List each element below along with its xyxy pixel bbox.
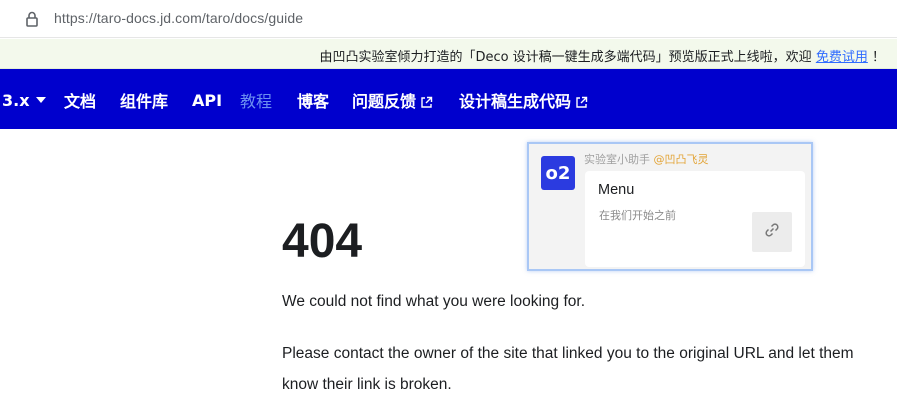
external-link-icon — [575, 94, 588, 108]
nav-item-blog[interactable]: 博客 — [297, 89, 329, 111]
not-found-message: We could not find what you were looking … — [282, 293, 585, 310]
version-dropdown[interactable]: 3.x — [2, 89, 46, 111]
card-title: Menu — [598, 182, 635, 198]
avatar: o2 — [541, 156, 575, 190]
announcement-content: 由凹凸实验室倾力打造的「Deco 设计稿一键生成多端代码」预览版正式上线啦，欢迎… — [319, 46, 885, 65]
announcement-text: 由凹凸实验室倾力打造的「Deco 设计稿一键生成多端代码」预览版正式上线啦，欢迎 — [319, 50, 812, 65]
sender-mention: @凹凸飞灵 — [653, 153, 709, 166]
message-card[interactable]: Menu 在我们开始之前 — [585, 171, 805, 267]
nav-item-api[interactable]: API — [192, 89, 222, 111]
nav-item-design-to-code[interactable]: 设计稿生成代码 — [459, 89, 588, 111]
page-title: 404 — [282, 215, 363, 268]
nav-item-design-to-code-label: 设计稿生成代码 — [459, 92, 572, 111]
version-label: 3.x — [2, 90, 30, 110]
url-text[interactable]: https://taro-docs.jd.com/taro/docs/guide — [54, 10, 303, 26]
card-subtitle: 在我们开始之前 — [599, 209, 676, 222]
nav-item-components[interactable]: 组件库 — [120, 89, 168, 111]
free-trial-link[interactable]: 免费试用 — [816, 50, 868, 65]
nav-item-tutorial[interactable]: 教程 — [240, 89, 272, 111]
nav-item-feedback[interactable]: 问题反馈 — [352, 89, 433, 111]
caret-down-icon — [35, 97, 46, 103]
popup-sender: 实验室小助手 @凹凸飞灵 — [584, 151, 709, 167]
assistant-popup[interactable]: o2 实验室小助手 @凹凸飞灵 Menu 在我们开始之前 — [527, 142, 813, 271]
external-link-icon — [420, 94, 433, 108]
link-button[interactable] — [752, 212, 792, 252]
nav-item-feedback-label: 问题反馈 — [352, 92, 417, 111]
link-icon — [763, 221, 781, 244]
lock-icon[interactable] — [24, 10, 40, 28]
browser-address-bar[interactable]: https://taro-docs.jd.com/taro/docs/guide — [0, 0, 897, 38]
contact-owner-message: Please contact the owner of the site tha… — [282, 345, 854, 393]
nav-item-docs[interactable]: 文档 — [64, 89, 96, 111]
top-navbar: 3.x 文档 组件库 API 教程 博客 问题反馈 设计稿生成代码 — [0, 69, 897, 129]
announcement-trailing: ！ — [871, 50, 885, 65]
announcement-bar: 由凹凸实验室倾力打造的「Deco 设计稿一键生成多端代码」预览版正式上线啦，欢迎… — [0, 39, 897, 69]
sender-name: 实验室小助手 — [584, 153, 650, 166]
